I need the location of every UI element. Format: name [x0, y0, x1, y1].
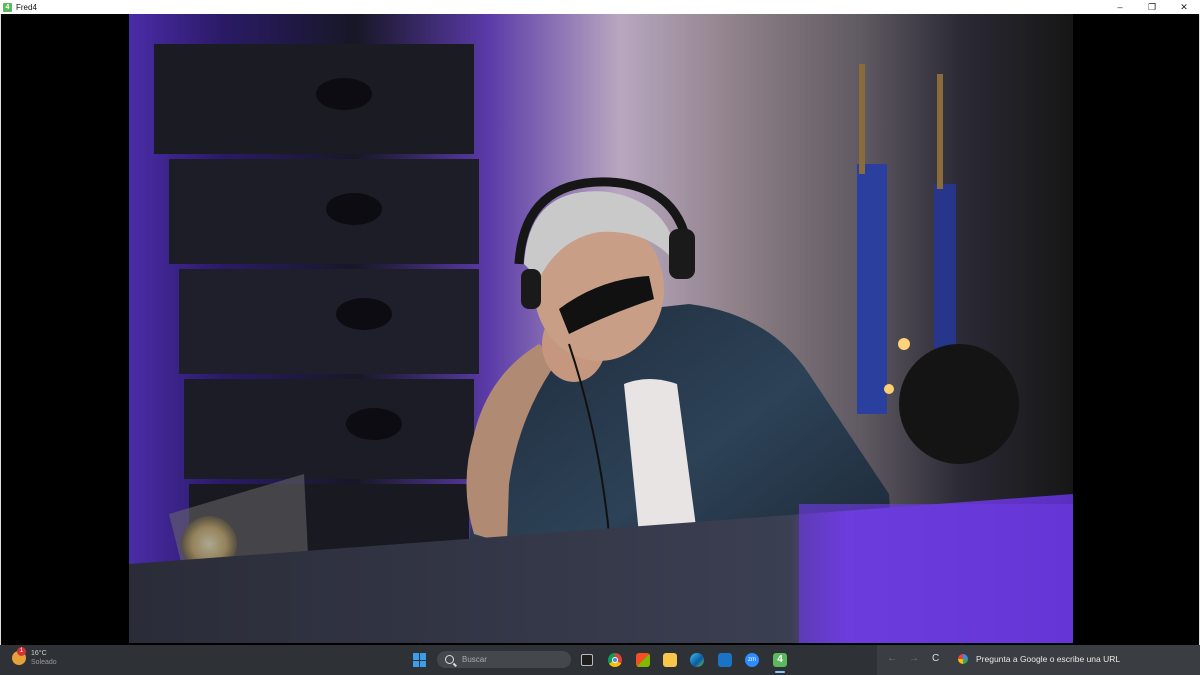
- speaker-stack: [154, 44, 479, 574]
- active-app-indicator: [775, 671, 785, 673]
- title-bar: 4 Fred4 – ❐ ✕: [0, 0, 1200, 14]
- close-button[interactable]: ✕: [1168, 0, 1200, 14]
- file-explorer-icon[interactable]: [663, 653, 677, 667]
- photo-illustration: [129, 44, 1073, 643]
- image-viewer: [0, 14, 1200, 645]
- weather-condition: Soleado: [31, 659, 57, 666]
- omnibox-input[interactable]: Pregunta a Google o escribe una URL: [976, 654, 1120, 664]
- edge-icon[interactable]: [690, 653, 704, 667]
- minimize-button[interactable]: –: [1104, 0, 1136, 14]
- window-title: Fred4: [16, 2, 37, 12]
- window-controls: – ❐ ✕: [1104, 0, 1200, 14]
- search-placeholder: Buscar: [462, 655, 487, 664]
- weather-temperature: 16°C: [31, 650, 47, 657]
- task-view-icon[interactable]: [581, 654, 593, 666]
- sun-icon: 1: [12, 647, 26, 665]
- stage-light-right: [899, 344, 1019, 464]
- zoom-icon[interactable]: zm: [745, 653, 759, 667]
- fred4-app-icon[interactable]: 4: [773, 653, 787, 667]
- photo: [129, 14, 1073, 643]
- google-icon: [958, 654, 968, 664]
- windows-start-icon[interactable]: [413, 653, 427, 667]
- reload-icon[interactable]: C: [932, 653, 939, 664]
- taskbar: 1 16°C Soleado Buscar zm 4 ← → C Pregunt…: [0, 645, 1200, 675]
- back-arrow-icon[interactable]: ←: [887, 653, 897, 664]
- weather-widget[interactable]: 1 16°C Soleado: [12, 647, 57, 667]
- store-icon[interactable]: [636, 653, 650, 667]
- taskbar-search-input[interactable]: Buscar: [437, 651, 571, 668]
- mail-icon[interactable]: [718, 653, 732, 667]
- chrome-icon[interactable]: [608, 653, 622, 667]
- maximize-button[interactable]: ❐: [1136, 0, 1168, 14]
- notification-badge: 1: [17, 647, 26, 656]
- browser-toolbar: ← → C Pregunta a Google o escribe una UR…: [877, 645, 1200, 675]
- app-icon: 4: [3, 2, 12, 12]
- search-icon: [445, 655, 454, 664]
- forward-arrow-icon[interactable]: →: [909, 653, 919, 664]
